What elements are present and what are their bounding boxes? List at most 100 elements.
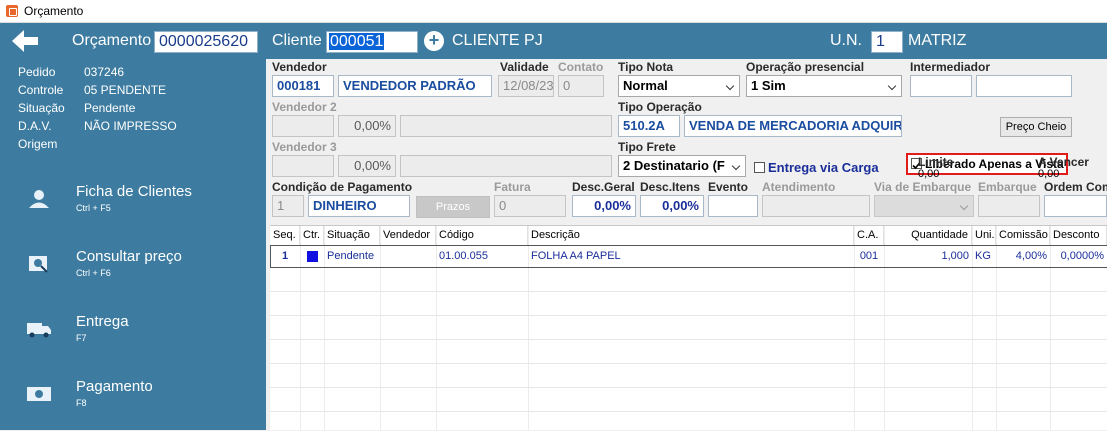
ordem-compra-field[interactable] <box>1044 195 1107 217</box>
desc-geral-label: Desc.Geral <box>572 180 635 194</box>
tipo-operacao-label: Tipo Operação <box>618 100 702 114</box>
cliente-code-field[interactable]: 000051 <box>326 31 418 53</box>
desc-itens-label: Desc.Itens <box>640 180 701 194</box>
a-vencer-label: A Vencer <box>1038 155 1089 169</box>
vendedor2-label: Vendedor 2 <box>272 100 337 114</box>
tipo-nota-select[interactable]: Normal <box>618 75 740 97</box>
intermediador-name-field[interactable] <box>976 75 1072 97</box>
add-client-plus-icon[interactable]: + <box>424 31 444 51</box>
window-titlebar: Orçamento <box>0 0 1107 23</box>
menu-title: Ficha de Clientes <box>76 183 192 200</box>
col-descricao[interactable]: Descrição <box>528 226 854 245</box>
cell-desconto: 0,0000% <box>1060 250 1104 262</box>
menu-consultar-preco[interactable]: Consultar preço Ctrl + F6 <box>0 244 266 294</box>
tipo-operacao-name-field[interactable]: VENDA DE MERCADORIA ADQUIRI <box>684 115 902 137</box>
cliente-code-selected: 000051 <box>329 33 385 50</box>
orcamento-number-field[interactable]: 0000025620 <box>154 31 258 53</box>
tipo-frete-label: Tipo Frete <box>618 140 676 154</box>
un-label: U.N. <box>830 32 862 49</box>
user-icon <box>29 190 49 208</box>
via-embarque-select[interactable] <box>874 195 974 217</box>
menu-title: Consultar preço <box>76 248 182 265</box>
search-price-icon <box>29 256 48 273</box>
vendedor-name-field[interactable]: VENDEDOR PADRÃO <box>338 75 492 97</box>
cell-comissao: 4,00% <box>1015 250 1047 262</box>
col-ctr[interactable]: Ctr. <box>300 226 324 245</box>
truck-icon <box>27 323 51 338</box>
prazos-button[interactable]: Prazos <box>416 196 490 218</box>
menu-title: Pagamento <box>76 378 153 395</box>
menu-ficha-clientes[interactable]: Ficha de Clientes Ctrl + F5 <box>0 179 266 229</box>
via-embarque-label: Via de Embarque <box>874 180 972 194</box>
cell-situacao: Pendente <box>327 250 375 262</box>
evento-field[interactable] <box>708 195 758 217</box>
vendedor2-code-field[interactable] <box>272 115 334 137</box>
col-desconto[interactable]: Desconto <box>1050 226 1107 245</box>
limite-label: Limite <box>918 155 954 169</box>
vendedor3-label: Vendedor 3 <box>272 140 337 154</box>
cond-pag-code-field[interactable]: 1 <box>272 195 304 217</box>
un-field[interactable]: 1 <box>871 31 903 53</box>
limite-value: 0,00 <box>918 168 940 180</box>
embarque-field[interactable] <box>978 195 1040 217</box>
tipo-nota-label: Tipo Nota <box>618 60 674 74</box>
menu-shortcut: Ctrl + F5 <box>76 203 111 213</box>
cond-pag-label: Condição de Pagamento <box>272 180 413 194</box>
atendimento-field[interactable] <box>762 195 870 217</box>
menu-title: Entrega <box>76 313 129 330</box>
fatura-field[interactable]: 0 <box>494 195 566 217</box>
orcamento-label: Orçamento <box>72 32 152 49</box>
col-quantidade[interactable]: Quantidade <box>884 226 972 245</box>
evento-label: Evento <box>708 180 749 194</box>
vendedor3-name-field[interactable] <box>400 155 612 177</box>
tipo-frete-select[interactable]: 2 Destinatario (F <box>618 155 746 177</box>
money-icon <box>27 387 51 401</box>
menu-shortcut: F7 <box>76 333 87 343</box>
contato-field[interactable]: 0 <box>558 75 604 97</box>
vendedor2-pct-field[interactable]: 0,00% <box>338 115 396 137</box>
cell-descricao: FOLHA A4 PAPEL <box>531 250 621 262</box>
col-seq[interactable]: Seq. <box>270 226 300 245</box>
desc-geral-field[interactable]: 0,00% <box>572 195 636 217</box>
tipo-operacao-code-field[interactable]: 510.2A <box>618 115 680 137</box>
fatura-label: Fatura <box>494 180 531 194</box>
sidebar: Pedido 037246 Controle 05 PENDENTE Situaçã… <box>0 59 266 430</box>
validade-field[interactable]: 12/08/23 <box>498 75 554 97</box>
vendedor3-pct-field[interactable]: 0,00% <box>338 155 396 177</box>
col-situacao[interactable]: Situação <box>324 226 380 245</box>
cell-seq: 1 <box>281 250 289 262</box>
cliente-name: CLIENTE PJ <box>452 32 543 49</box>
un-name: MATRIZ <box>908 32 967 49</box>
a-vencer-value: 0,00 <box>1038 168 1060 180</box>
intermediador-label: Intermediador <box>910 60 991 74</box>
preco-cheio-button[interactable]: Preço Cheio <box>1000 117 1072 137</box>
window-title: Orçamento <box>24 4 84 18</box>
menu-pagamento[interactable]: Pagamento F8 <box>0 374 266 424</box>
menu-shortcut: Ctrl + F6 <box>76 268 111 278</box>
app-icon <box>6 5 18 17</box>
menu-entrega[interactable]: Entrega F7 <box>0 309 266 359</box>
entrega-carga-checkbox[interactable] <box>754 162 765 173</box>
ctr-status-marker <box>307 251 318 262</box>
col-vendedor[interactable]: Vendedor <box>380 226 436 245</box>
vendedor3-code-field[interactable] <box>272 155 334 177</box>
cell-ca: 001 <box>859 250 879 262</box>
intermediador-code-field[interactable] <box>910 75 972 97</box>
menu-shortcut: F8 <box>76 398 87 408</box>
vendedor2-name-field[interactable] <box>400 115 612 137</box>
operacao-presencial-select[interactable]: 1 Sim <box>746 75 902 97</box>
embarque-label: Embarque <box>978 180 1037 194</box>
cond-pag-name-field[interactable]: DINHEIRO <box>308 195 410 217</box>
cell-codigo: 01.00.055 <box>439 250 488 262</box>
entrega-carga-label: Entrega via Carga <box>768 160 879 175</box>
ordem-compra-label: Ordem Com <box>1044 180 1107 194</box>
back-arrow-icon[interactable] <box>8 27 42 55</box>
validade-label: Validade <box>500 60 549 74</box>
col-uni[interactable]: Uni. <box>972 226 996 245</box>
col-comissao[interactable]: Comissão <box>996 226 1050 245</box>
vendedor-code-field[interactable]: 000181 <box>272 75 334 97</box>
col-codigo[interactable]: Código <box>436 226 528 245</box>
desc-itens-field[interactable]: 0,00% <box>640 195 704 217</box>
main-form: Vendedor 000181 VENDEDOR PADRÃO Validade… <box>266 59 1107 431</box>
col-ca[interactable]: C.A. <box>854 226 884 245</box>
